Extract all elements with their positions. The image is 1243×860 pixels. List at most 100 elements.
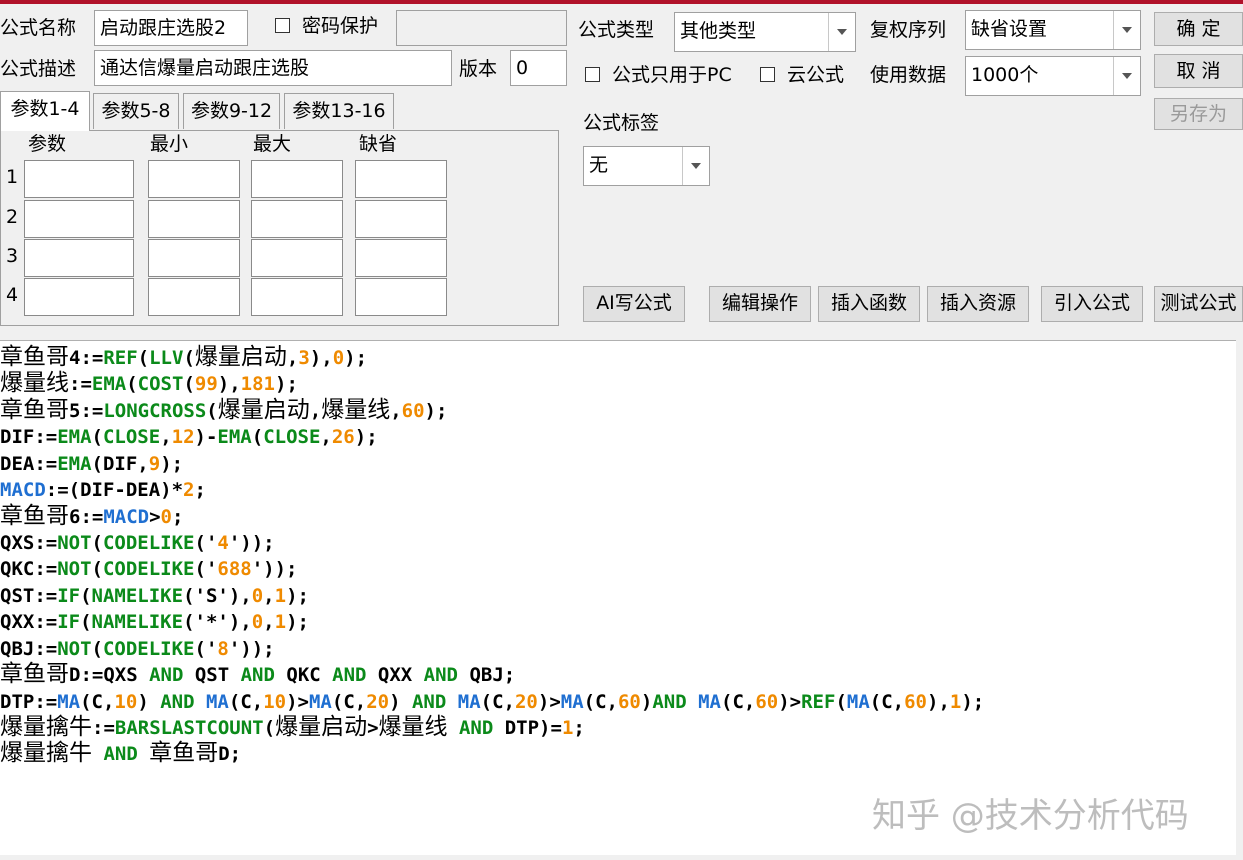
code-token: QKC:= <box>0 558 58 580</box>
tag-value: 无 <box>589 154 609 176</box>
test-formula-button[interactable]: 测试公式 <box>1154 286 1243 322</box>
edit-ops-button[interactable]: 编辑操作 <box>709 286 811 322</box>
param-row-number: 2 <box>6 206 19 228</box>
param-default-input-1[interactable] <box>355 160 447 198</box>
code-token: IF <box>57 611 81 633</box>
code-token: , <box>263 611 275 633</box>
code-token: QBJ:= <box>0 638 58 660</box>
pc-only-label: 公式只用于PC <box>612 64 732 86</box>
code-token: := <box>69 373 92 395</box>
code-token: ( <box>251 426 264 448</box>
code-token: 章鱼哥 <box>0 503 69 529</box>
code-token: (C, <box>331 691 367 713</box>
insert-function-button[interactable]: 插入函数 <box>818 286 920 322</box>
param-default-input-3[interactable] <box>355 239 447 277</box>
rights-select[interactable]: 缺省设置 <box>965 10 1141 50</box>
cloud-checkbox[interactable] <box>760 67 775 82</box>
code-token: AND <box>411 691 447 713</box>
param-name-input-2[interactable] <box>24 200 134 238</box>
pc-only-checkbox[interactable] <box>585 67 600 82</box>
code-token: ')); <box>228 638 275 660</box>
chevron-down-icon[interactable] <box>1113 57 1140 95</box>
code-token: 8 <box>217 638 229 660</box>
code-token: 9 <box>148 453 161 475</box>
code-token: CODELIKE <box>102 558 195 580</box>
code-line: MACD:=(DIF-DEA)*2; <box>0 476 206 502</box>
cancel-button[interactable]: 取 消 <box>1154 54 1243 88</box>
code-token: :=(DIF-DEA)* <box>45 479 184 501</box>
code-token: QXX:= <box>0 611 58 633</box>
code-token: ')); <box>251 558 298 580</box>
code-token: , <box>309 400 322 422</box>
code-token: 181 <box>240 373 275 395</box>
formula-type-select[interactable]: 其他类型 <box>674 12 856 52</box>
code-token: (' <box>194 532 218 554</box>
code-token: (C, <box>869 691 905 713</box>
code-token: )- <box>194 426 218 448</box>
code-token: ( <box>91 426 103 448</box>
formula-type-value: 其他类型 <box>680 20 757 42</box>
code-token: ); <box>160 453 184 475</box>
code-token: 688 <box>217 558 252 580</box>
version-input[interactable]: 0 <box>510 50 567 86</box>
code-line: 章鱼哥4:=REF(LLV(爆量启动,3),0); <box>0 344 367 370</box>
formula-code-editor[interactable]: 章鱼哥4:=REF(LLV(爆量启动,3),0); 爆量线:=EMA(COST(9… <box>0 340 1236 855</box>
window-top-border <box>0 0 1243 4</box>
code-token: DTP)= <box>493 717 562 739</box>
param-max-input-3[interactable] <box>251 239 343 277</box>
code-token: 12 <box>171 426 195 448</box>
tab-params-5-8[interactable]: 参数5-8 <box>93 93 179 129</box>
code-line: 章鱼哥5:=LONGCROSS(爆量启动,爆量线,60); <box>0 397 447 423</box>
code-token: IF <box>57 585 81 607</box>
code-line: 章鱼哥6:=MACD>0; <box>0 503 183 529</box>
code-token: ); <box>275 373 298 395</box>
code-token: ( <box>183 373 195 395</box>
code-line: QKC:=NOT(CODELIKE('688')); <box>0 555 297 581</box>
param-min-input-4[interactable] <box>148 278 240 316</box>
param-min-input-1[interactable] <box>148 160 240 198</box>
param-default-input-2[interactable] <box>355 200 447 238</box>
param-name-input-3[interactable] <box>24 239 134 277</box>
ok-button[interactable]: 确 定 <box>1154 12 1243 46</box>
param-row-number: 3 <box>6 245 19 267</box>
code-line: 爆量线:=EMA(COST(99),181); <box>0 370 298 396</box>
code-token: 爆量启动 <box>275 714 368 740</box>
param-default-input-4[interactable] <box>355 278 447 316</box>
tab-params-1-4[interactable]: 参数1-4 <box>0 91 90 131</box>
code-token: (' <box>194 638 218 660</box>
code-token: EMA <box>57 426 92 448</box>
chevron-down-icon[interactable] <box>682 147 709 185</box>
tag-select[interactable]: 无 <box>583 146 710 186</box>
code-token: , <box>320 426 332 448</box>
code-token: ( <box>183 347 195 369</box>
chevron-down-icon[interactable] <box>828 13 855 51</box>
ai-formula-button[interactable]: AI写公式 <box>583 286 685 322</box>
code-token: 2 <box>183 479 195 501</box>
code-token: (C, <box>583 691 618 713</box>
formula-desc-input[interactable]: 通达信爆量启动跟庄选股 <box>94 50 452 86</box>
param-max-input-1[interactable] <box>251 160 343 198</box>
param-name-input-4[interactable] <box>24 278 134 316</box>
code-token: 10 <box>114 691 138 713</box>
data-select[interactable]: 1000个 <box>965 56 1141 96</box>
param-max-input-4[interactable] <box>251 278 343 316</box>
code-token: EMA <box>91 373 127 395</box>
code-token: ( <box>126 373 138 395</box>
param-min-input-3[interactable] <box>148 239 240 277</box>
formula-name-input[interactable]: 启动跟庄选股2 <box>94 10 248 46</box>
tab-params-13-16[interactable]: 参数13-16 <box>284 93 394 129</box>
chevron-down-icon[interactable] <box>1113 11 1140 49</box>
param-name-input-1[interactable] <box>24 160 134 198</box>
code-token: 章鱼哥 <box>0 397 69 423</box>
code-token: 章鱼哥 <box>149 740 219 766</box>
param-max-input-2[interactable] <box>251 200 343 238</box>
param-min-input-2[interactable] <box>148 200 240 238</box>
password-checkbox[interactable] <box>275 18 290 33</box>
insert-resource-button[interactable]: 插入资源 <box>927 286 1029 322</box>
import-formula-button[interactable]: 引入公式 <box>1041 286 1143 322</box>
code-token: QST <box>183 664 241 686</box>
data-value: 1000个 <box>971 64 1039 86</box>
code-token: ); <box>286 585 309 607</box>
tab-params-9-12[interactable]: 参数9-12 <box>183 93 280 129</box>
